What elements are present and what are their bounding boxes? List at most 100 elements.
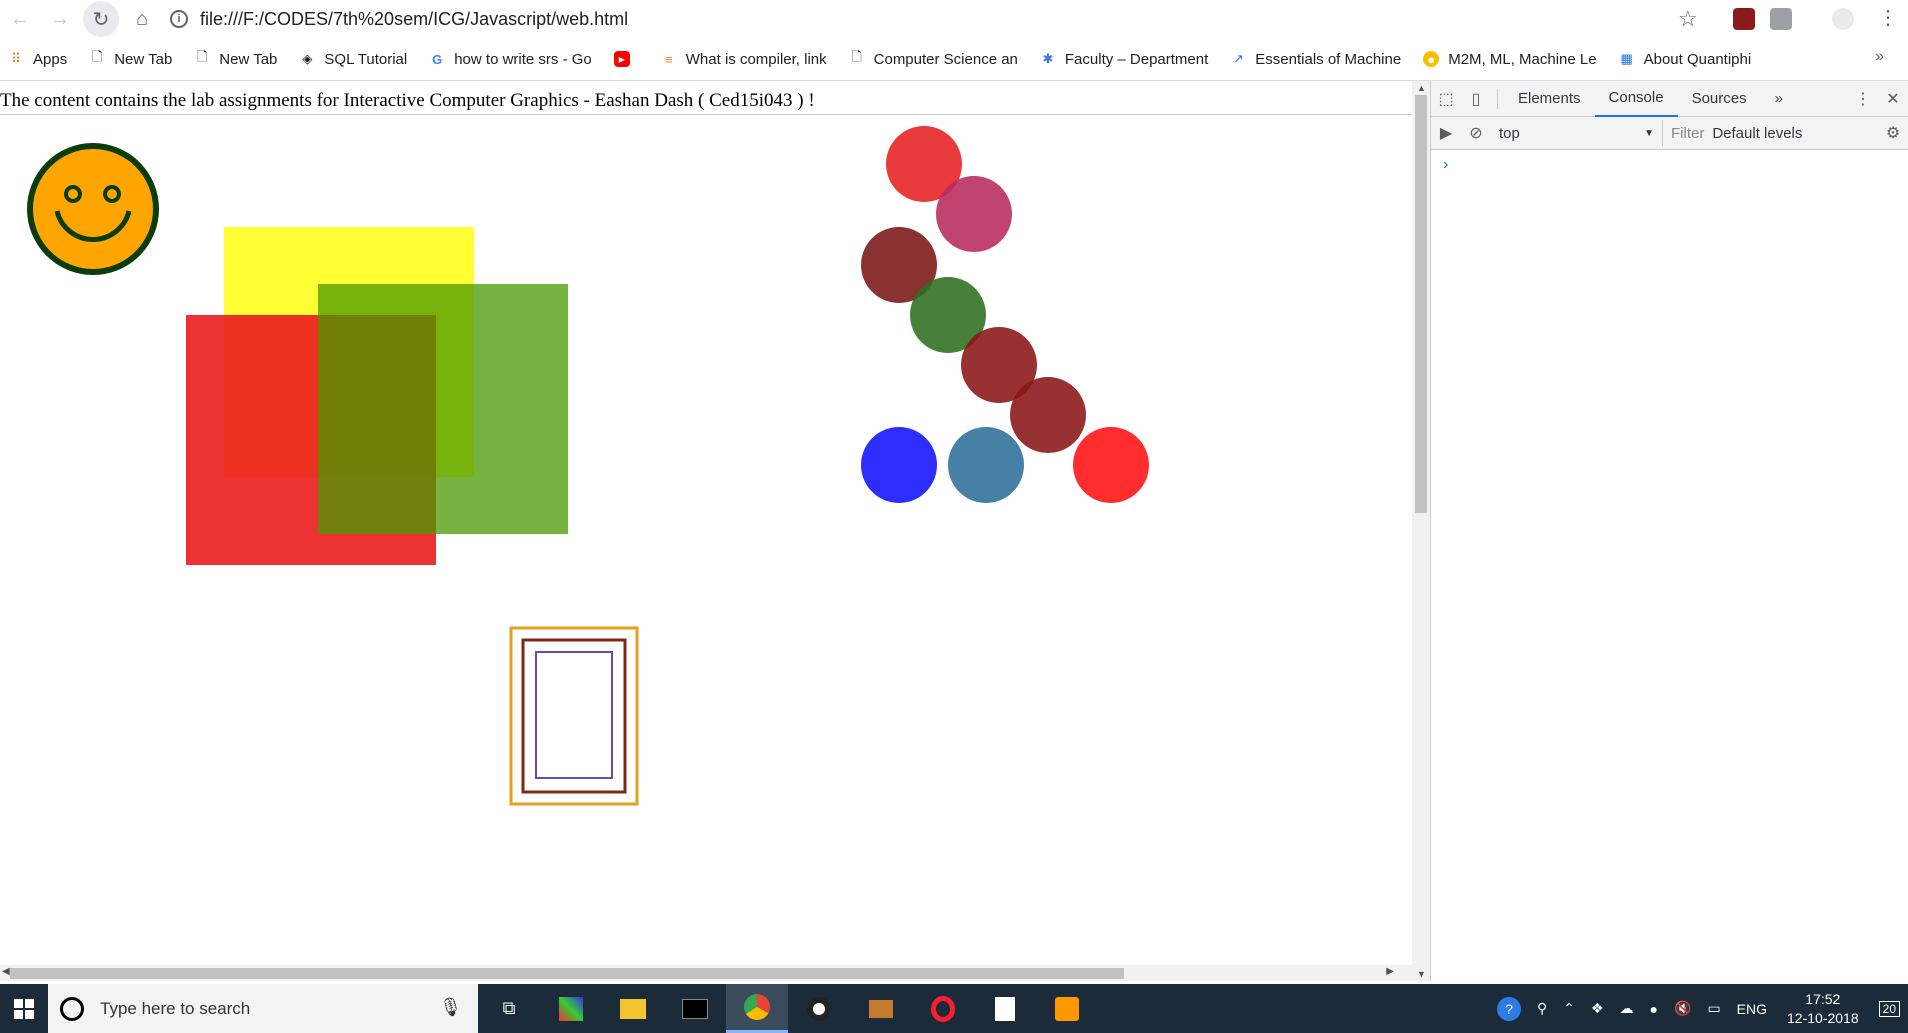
home-icon[interactable]: ⌂ [122, 0, 162, 38]
console-settings-gear-icon[interactable]: ⚙ [1878, 115, 1908, 151]
scroll-down-icon[interactable]: ▼ [1417, 969, 1426, 979]
bookmark-sql-tutorial[interactable]: ◈ SQL Tutorial [299, 51, 407, 68]
horizontal-scroll-thumb[interactable] [10, 968, 1124, 979]
reload-icon[interactable]: ↻ [83, 1, 119, 37]
bookmark-star-icon[interactable]: ☆ [1678, 6, 1698, 32]
bookmark-machine-learning[interactable]: ↗ Essentials of Machine [1230, 51, 1401, 68]
tab-elements[interactable]: Elements [1504, 81, 1595, 117]
inner-frame [535, 651, 613, 779]
youtube-icon: ▶ [613, 51, 630, 67]
smiley-head [27, 143, 159, 275]
diamond-icon: ◈ [302, 51, 313, 66]
document-app-icon[interactable] [974, 984, 1036, 1033]
circle-7 [861, 427, 937, 503]
clear-console-icon[interactable]: ⊘ [1461, 115, 1491, 151]
info-icon[interactable]: i [170, 10, 188, 28]
dept-icon: ✱ [1042, 51, 1054, 66]
file-explorer-icon[interactable] [602, 984, 664, 1033]
circle-9 [1073, 427, 1149, 503]
clock-date: 12-10-2018 [1787, 1009, 1859, 1026]
bookmark-computer-science[interactable]: 🗋 Computer Science an [849, 49, 1017, 68]
scroll-up-icon[interactable]: ▲ [1417, 83, 1426, 93]
console-toolbar: ▶ ⊘ top ▼ Filter Default levels ⚙ [1431, 117, 1908, 150]
chevron-down-icon: ▼ [1644, 127, 1654, 139]
horizontal-scrollbar[interactable]: ◀ ▶ [0, 965, 1412, 981]
opera-icon[interactable] [912, 984, 974, 1033]
page-icon: 🗋 [197, 49, 208, 64]
page-viewport: The content contains the lab assignments… [0, 81, 1412, 981]
system-clock[interactable]: 17:52 12-10-2018 [1787, 990, 1859, 1028]
log-levels-dropdown[interactable]: Default levels [1712, 125, 1802, 142]
sidebar-toggle-icon[interactable]: ▶ [1431, 115, 1461, 151]
console-filter-input[interactable]: Filter [1663, 125, 1712, 142]
address-bar[interactable]: i file:///F:/CODES/7th%20sem/ICG/Javascr… [170, 3, 1730, 35]
scroll-left-icon[interactable]: ◀ [2, 966, 10, 977]
taskbar-search-box[interactable]: Type here to search 🎙 [48, 984, 478, 1033]
photos-app-icon[interactable] [540, 984, 602, 1033]
chrome-tray-icon[interactable]: ● [1650, 1001, 1658, 1017]
circle-8 [948, 427, 1024, 503]
devtools-menu-icon[interactable]: ⋮ [1848, 81, 1878, 117]
tab-console[interactable]: Console [1594, 81, 1678, 117]
show-hidden-icons-chevron-icon[interactable]: ⌃ [1563, 1000, 1575, 1017]
command-prompt-icon[interactable] [664, 984, 726, 1033]
page-icon: 🗋 [91, 49, 103, 64]
search-placeholder: Type here to search [100, 998, 251, 1018]
vertical-scrollbar[interactable]: ▲ ▼ [1412, 81, 1430, 981]
context-selector[interactable]: top ▼ [1491, 120, 1663, 146]
bookmark-quantiphi[interactable]: ▦ About Quantiphi [1619, 51, 1751, 68]
bookmark-faculty[interactable]: ✱ Faculty – Department [1040, 51, 1208, 68]
graphics-canvas [27, 126, 1149, 806]
inspect-element-icon[interactable]: ⬚ [1431, 81, 1461, 117]
language-indicator[interactable]: ENG [1737, 1001, 1767, 1017]
profile-avatar-icon[interactable] [1832, 8, 1854, 30]
device-toolbar-icon[interactable]: ▯ [1461, 81, 1491, 117]
smiley-face [27, 143, 159, 275]
green-square [318, 284, 568, 534]
bookmark-youtube[interactable]: ▶ [613, 51, 639, 67]
chart-icon: ↗ [1232, 51, 1244, 66]
bookmarks-more-button[interactable]: » [1875, 48, 1884, 66]
circle-2 [936, 176, 1012, 252]
onedrive-cloud-icon[interactable]: ☁ [1620, 1000, 1634, 1017]
back-icon[interactable]: ← [0, 0, 40, 38]
close-devtools-icon[interactable]: ✕ [1878, 81, 1908, 117]
camera-app-icon[interactable] [788, 984, 850, 1033]
bookmark-new-tab-2[interactable]: 🗋 New Tab [194, 49, 277, 68]
middle-frame [521, 638, 627, 794]
store-app-icon[interactable] [850, 984, 912, 1033]
console-prompt[interactable]: › [1443, 156, 1448, 174]
windows-taskbar: Type here to search 🎙 ⧉ ? ⚲ ⌃ ❖ ☁ ● 🔇 ▭ … [0, 984, 1908, 1033]
action-center-icon[interactable]: 20 [1878, 1000, 1900, 1017]
chrome-taskbar-icon[interactable] [726, 984, 788, 1033]
more-tabs-button[interactable]: » [1761, 81, 1797, 117]
help-icon[interactable]: ? [1496, 996, 1521, 1021]
browser-chrome: ← → ↻ ⌂ i file:///F:/CODES/7th%20sem/ICG… [0, 0, 1908, 81]
task-view-icon[interactable]: ⧉ [478, 984, 540, 1033]
tab-sources[interactable]: Sources [1678, 81, 1761, 117]
bookmark-m2m[interactable]: ● M2M, ML, Machine Le [1423, 51, 1597, 68]
system-tray: ? ⚲ ⌃ ❖ ☁ ● 🔇 ▭ ENG 17:52 12-10-2018 20 [1489, 984, 1908, 1033]
volume-muted-icon[interactable]: 🔇 [1674, 1000, 1691, 1017]
bookmark-compiler[interactable]: ≡ What is compiler, link [661, 51, 827, 68]
start-button[interactable] [0, 984, 48, 1033]
sublime-text-icon[interactable] [1036, 984, 1098, 1033]
bookmark-new-tab-1[interactable]: 🗋 New Tab [89, 49, 172, 68]
bookmarks-bar: ⠿ Apps 🗋 New Tab 🗋 New Tab ◈ SQL Tutoria… [0, 44, 1908, 74]
microphone-icon[interactable]: 🎙 [439, 997, 462, 1018]
cortana-icon [60, 996, 84, 1021]
network-icon[interactable]: ▭ [1707, 1000, 1720, 1017]
clock-time: 17:52 [1805, 990, 1841, 1007]
bookmark-apps[interactable]: ⠿ Apps [8, 51, 67, 68]
scroll-right-icon[interactable]: ▶ [1386, 966, 1394, 977]
circle-6 [1010, 377, 1086, 453]
bulb-icon: ● [1423, 51, 1440, 67]
ublock-icon[interactable] [1733, 8, 1755, 30]
extension-icon[interactable] [1770, 8, 1792, 30]
vertical-scroll-thumb[interactable] [1415, 95, 1427, 513]
forward-icon[interactable]: → [40, 0, 80, 38]
dropbox-icon[interactable]: ❖ [1591, 1000, 1604, 1017]
menu-icon[interactable]: ⋮ [1878, 5, 1900, 29]
people-icon[interactable]: ⚲ [1537, 1000, 1547, 1017]
bookmark-srs[interactable]: G how to write srs - Go [429, 51, 592, 68]
